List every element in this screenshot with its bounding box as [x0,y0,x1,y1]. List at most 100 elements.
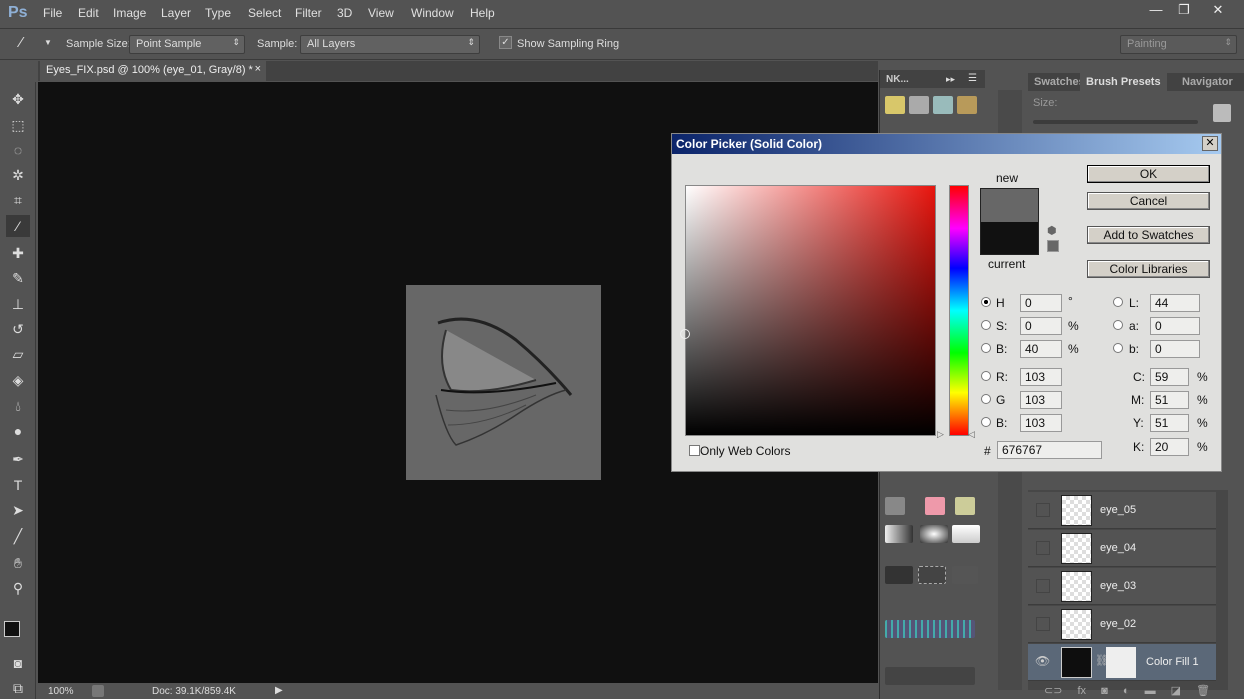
fx-icon[interactable]: fx [1078,685,1087,697]
brush-preset-icon[interactable] [925,497,945,515]
eye-icon[interactable]: 👁︎ [1035,654,1050,668]
a-radio[interactable] [1113,320,1123,330]
link-layers-icon[interactable]: ⊂⊃ [1044,685,1062,697]
brush-size-slider[interactable] [885,667,975,685]
brush-folder-icon[interactable] [1213,104,1231,122]
layer-row[interactable]: eye_05 [1028,492,1216,529]
healing-brush-tool-icon[interactable]: ✚ [6,242,30,264]
collapse-icon[interactable]: ▸▸ [946,74,955,85]
visibility-toggle[interactable] [1036,617,1050,631]
gradient-preset-icon[interactable] [952,525,980,543]
tab-navigator[interactable]: Navigator [1176,73,1239,91]
workspace-select[interactable]: Painting ⇕ [1120,35,1237,54]
only-web-colors-checkbox[interactable] [689,445,700,456]
tab-brush-presets[interactable]: Brush Presets [1080,73,1167,91]
lasso-tool-icon[interactable]: ◌ [6,139,30,161]
l-input[interactable]: 44 [1150,294,1200,312]
size-slider[interactable] [1033,120,1198,124]
brush-tool-icon[interactable]: ✎ [6,267,30,289]
y-input[interactable]: 51 [1150,414,1189,432]
ok-button[interactable]: OK [1087,165,1210,183]
color-field[interactable] [680,185,936,436]
menu-image[interactable]: Image [113,6,146,20]
brush-preset-icon[interactable] [885,96,905,114]
move-tool-icon[interactable]: ✥ [6,88,30,110]
hue-slider-handle-right[interactable]: ◁ [968,429,975,440]
gradient-preset-icon[interactable] [920,525,948,543]
sample-select[interactable]: All Layers ⇕ [300,35,480,54]
add-to-swatches-button[interactable]: Add to Swatches [1087,226,1210,244]
s-input[interactable]: 0 [1020,317,1062,335]
l-radio[interactable] [1113,297,1123,307]
g-radio[interactable] [981,394,991,404]
visibility-toggle[interactable] [1036,541,1050,555]
layer-row[interactable]: eye_02 [1028,606,1216,643]
path-selection-tool-icon[interactable]: ➤ [6,499,30,521]
brush-preset-icon[interactable] [909,96,929,114]
h-input[interactable]: 0 [1020,294,1062,312]
eraser-tool-icon[interactable]: ▱ [6,343,30,365]
a-input[interactable]: 0 [1150,317,1200,335]
minimize-button[interactable]: — [1142,2,1170,20]
brightness-radio[interactable] [981,343,991,353]
add-mask-icon[interactable]: ◙ [1101,685,1108,697]
dodge-tool-icon[interactable]: ● [6,420,30,442]
brush-preset-icon[interactable] [957,96,977,114]
show-ring-checkbox[interactable]: ✓ [499,36,512,49]
menu-view[interactable]: View [368,6,394,20]
line-tool-icon[interactable]: ╱ [6,525,30,547]
layer-row[interactable]: eye_04 [1028,530,1216,567]
menu-edit[interactable]: Edit [78,6,99,20]
m-input[interactable]: 51 [1150,391,1189,409]
c-input[interactable]: 59 [1150,368,1189,386]
gamut-cube-icon[interactable]: ⬢ [1047,224,1057,237]
new-layer-icon[interactable]: ◪ [1171,685,1181,697]
lab-b-input[interactable]: 0 [1150,340,1200,358]
visibility-toggle[interactable] [1036,579,1050,593]
hex-input[interactable]: 676767 [997,441,1102,459]
websafe-swatch-icon[interactable] [1047,240,1059,252]
screen-mode-icon[interactable]: ⧉ [6,677,30,699]
dialog-close-button[interactable]: ✕ [1202,136,1218,151]
eyedropper-icon[interactable]: ⁄ [20,34,23,51]
play-arrow-icon[interactable]: ▶ [275,685,283,696]
brush-preset-icon[interactable] [933,96,953,114]
hue-slider-handle-left[interactable]: ▷ [937,429,944,440]
color-libraries-button[interactable]: Color Libraries [1087,260,1210,278]
stamp-tool-icon[interactable]: ⊥ [6,293,30,315]
panel-title[interactable]: NK... [886,74,909,85]
document-image[interactable] [406,285,601,480]
brush-preset-icon[interactable] [955,497,975,515]
hue-slider[interactable] [949,185,969,436]
brightness-input[interactable]: 40 [1020,340,1062,358]
menu-select[interactable]: Select [248,6,281,20]
current-color-swatch[interactable] [980,222,1039,255]
foreground-color-swatch[interactable] [4,621,20,637]
selection-preset-icon[interactable] [918,566,946,584]
magic-wand-tool-icon[interactable]: ✲ [6,164,30,186]
color-field-marker[interactable] [680,329,690,339]
sample-size-select[interactable]: Point Sample ⇕ [129,35,245,54]
export-icon[interactable] [92,685,104,697]
r-input[interactable]: 103 [1020,368,1062,386]
history-brush-tool-icon[interactable]: ↺ [6,318,30,340]
zoom-tool-icon[interactable]: ⚲ [6,577,30,599]
s-radio[interactable] [981,320,991,330]
lab-b-radio[interactable] [1113,343,1123,353]
blur-tool-icon[interactable]: 💧︎ [6,395,30,417]
brush-preset-icon[interactable] [885,497,905,515]
grid-preset-icon[interactable] [885,620,975,638]
hand-tool-icon[interactable]: ✋︎ [6,552,30,574]
adjustment-icon[interactable]: ◐ [1123,685,1130,697]
paint-bucket-tool-icon[interactable]: ◈ [6,369,30,391]
shape-preset-icon[interactable] [885,566,913,584]
pen-tool-icon[interactable]: ✒ [6,448,30,470]
gradient-preset-icon[interactable] [885,525,913,543]
arrow-preset-icon[interactable] [952,566,978,584]
cancel-button[interactable]: Cancel [1087,192,1210,210]
quick-mask-icon[interactable]: ◙ [6,652,30,674]
menu-filter[interactable]: Filter [295,6,322,20]
type-tool-icon[interactable]: T [6,474,30,496]
chevron-down-icon[interactable]: ▼ [44,38,52,47]
marquee-tool-icon[interactable]: ⬚ [6,114,30,136]
